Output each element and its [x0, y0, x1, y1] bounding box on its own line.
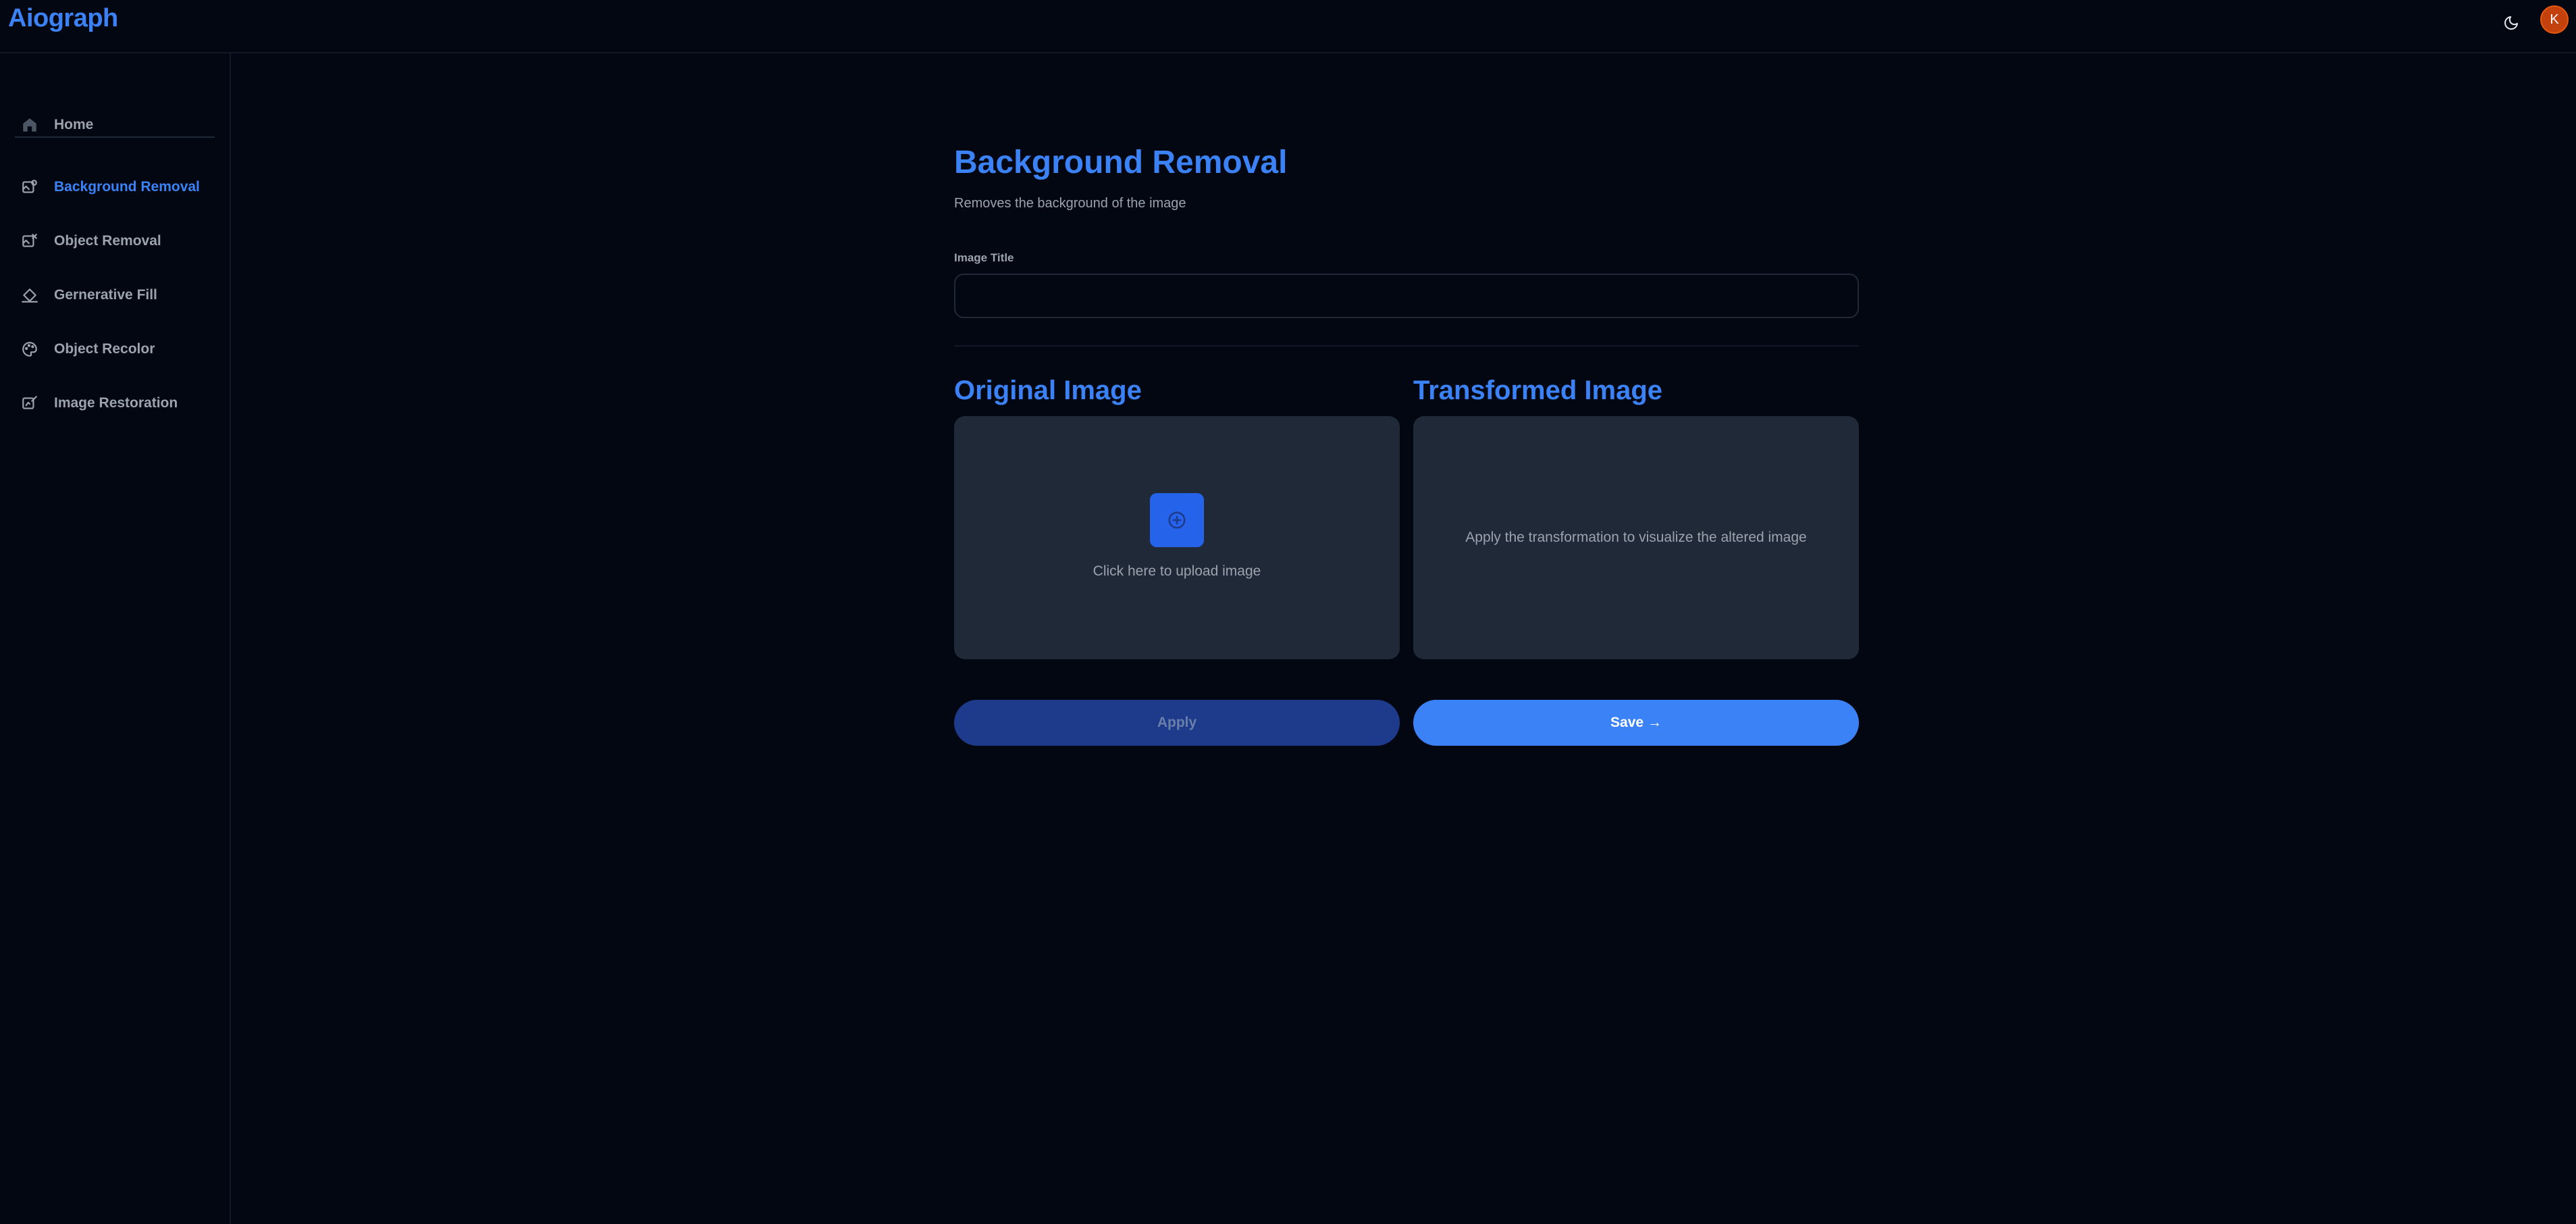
transformed-image-heading: Transformed Image — [1413, 376, 1663, 405]
app-logo[interactable]: Aiograph — [8, 4, 118, 33]
home-icon — [20, 116, 39, 134]
theme-toggle-button[interactable] — [2494, 5, 2529, 41]
sidebar-item-generative-fill[interactable]: Gernerative Fill — [15, 276, 217, 314]
section-divider — [954, 345, 1859, 347]
image-title-input[interactable] — [954, 274, 1859, 318]
plus-circle-icon — [1168, 511, 1186, 529]
sidebar-item-object-removal[interactable]: Object Removal — [15, 222, 217, 260]
image-title-label: Image Title — [954, 251, 1014, 264]
upload-hint: Click here to upload image — [1093, 563, 1261, 579]
sidebar-item-label: Background Removal — [54, 179, 200, 195]
palette-icon — [20, 340, 39, 359]
sidebar-divider — [15, 136, 215, 138]
edit-image-icon — [20, 394, 39, 413]
sidebar-item-label: Image Restoration — [54, 395, 178, 411]
image-remove-icon — [20, 232, 39, 251]
user-avatar[interactable]: K — [2540, 5, 2569, 34]
image-bg-icon — [20, 178, 39, 197]
page-subtitle: Removes the background of the image — [954, 196, 1186, 211]
sidebar-item-label: Home — [54, 117, 94, 132]
sidebar-item-label: Gernerative Fill — [54, 287, 157, 303]
apply-button[interactable]: Apply — [954, 700, 1400, 746]
transformed-placeholder: Apply the transformation to visualize th… — [1465, 530, 1807, 545]
page-title: Background Removal — [954, 145, 1288, 180]
sidebar-item-object-recolor[interactable]: Object Recolor — [15, 330, 217, 368]
sidebar-item-image-restoration[interactable]: Image Restoration — [15, 384, 217, 422]
upload-button[interactable] — [1150, 493, 1204, 547]
sidebar-item-background-removal[interactable]: Background Removal — [15, 168, 217, 206]
original-image-heading: Original Image — [954, 376, 1142, 405]
sidebar-item-label: Object Removal — [54, 233, 161, 249]
transformed-image-panel: Apply the transformation to visualize th… — [1413, 416, 1859, 659]
sidebar: Home Background Removal Object Removal G… — [0, 53, 231, 1224]
sidebar-item-home[interactable]: Home — [15, 106, 217, 144]
sidebar-item-label: Object Recolor — [54, 341, 155, 357]
top-bar: Aiograph K — [0, 0, 2576, 53]
upload-dropzone[interactable]: Click here to upload image — [954, 416, 1400, 659]
paint-bucket-icon — [20, 286, 39, 305]
moon-icon — [2504, 16, 2518, 30]
save-button[interactable]: Save → — [1413, 700, 1859, 746]
